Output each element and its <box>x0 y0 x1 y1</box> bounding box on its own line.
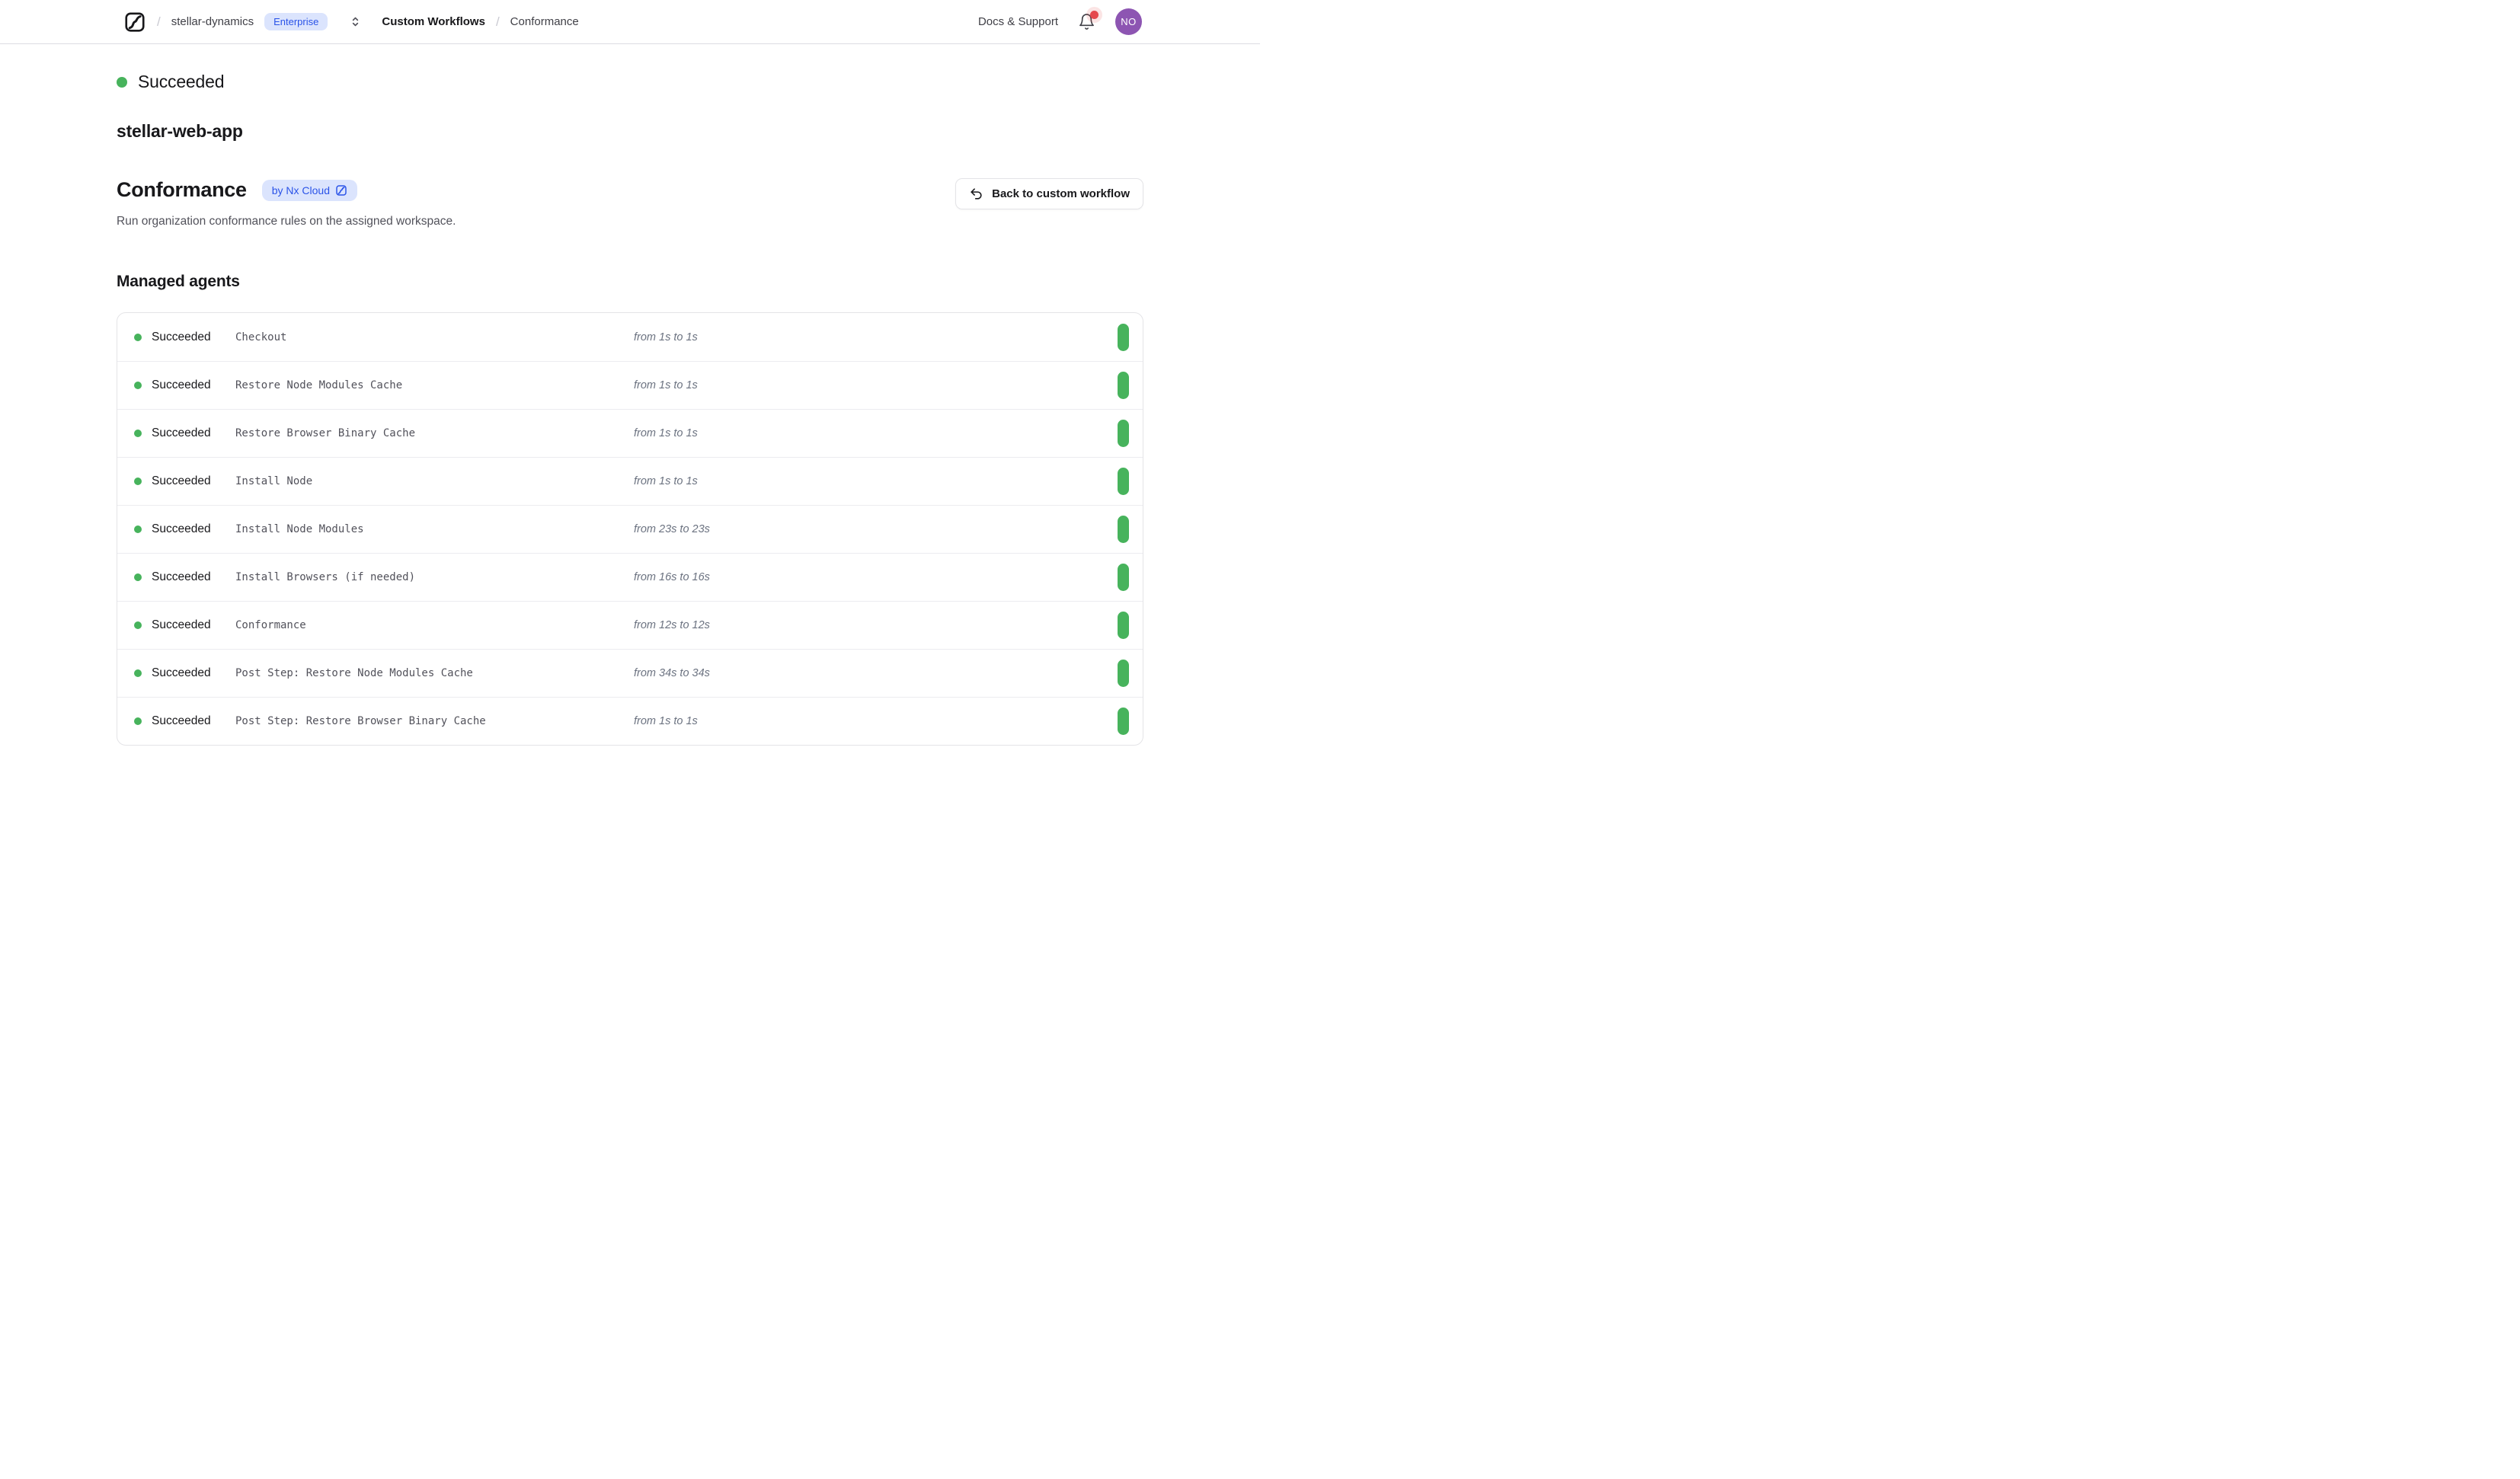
status-dot-icon <box>117 77 127 88</box>
step-status: Succeeded <box>152 714 235 728</box>
step-name: Install Node <box>235 475 634 487</box>
breadcrumb-separator: / <box>157 14 161 30</box>
main-content: Succeeded stellar-web-app Conformance by… <box>117 44 1143 746</box>
step-timeline-bar <box>1118 324 1129 351</box>
step-timeline-bar <box>1118 708 1129 735</box>
by-nx-cloud-badge[interactable]: by Nx Cloud <box>262 180 357 201</box>
managed-agents-heading: Managed agents <box>117 273 1143 291</box>
status-dot-icon <box>134 669 142 677</box>
run-status-label: Succeeded <box>138 72 224 92</box>
step-name: Conformance <box>235 619 634 631</box>
step-duration: from 34s to 34s <box>634 667 1118 679</box>
status-dot-icon <box>134 525 142 533</box>
step-duration: from 1s to 1s <box>634 475 1118 487</box>
step-duration: from 1s to 1s <box>634 379 1118 391</box>
step-timeline-bar <box>1118 372 1129 399</box>
step-name: Install Node Modules <box>235 523 634 535</box>
step-timeline-bar <box>1118 660 1129 687</box>
nx-logo-mini-icon <box>335 184 347 196</box>
step-timeline-bar <box>1118 564 1129 591</box>
workflow-description: Run organization conformance rules on th… <box>117 215 456 228</box>
by-nx-cloud-label: by Nx Cloud <box>272 184 330 196</box>
docs-support-link[interactable]: Docs & Support <box>978 15 1058 28</box>
step-status: Succeeded <box>152 666 235 680</box>
breadcrumb: / stellar-dynamics Enterprise Custom Wor… <box>123 11 579 34</box>
agent-step-row[interactable]: Succeeded Post Step: Restore Browser Bin… <box>117 697 1143 745</box>
breadcrumb-separator: / <box>496 14 500 30</box>
step-name: Post Step: Restore Node Modules Cache <box>235 667 634 679</box>
step-status: Succeeded <box>152 331 235 344</box>
status-dot-icon <box>134 717 142 725</box>
enterprise-badge[interactable]: Enterprise <box>264 13 328 30</box>
step-status: Succeeded <box>152 522 235 536</box>
status-dot-icon <box>134 621 142 629</box>
workflow-header: Conformance by Nx Cloud Run organization… <box>117 178 1143 228</box>
step-duration: from 1s to 1s <box>634 715 1118 727</box>
workflow-title: Conformance <box>117 178 247 202</box>
status-dot-icon <box>134 573 142 581</box>
step-name: Install Browsers (if needed) <box>235 571 634 583</box>
step-duration: from 23s to 23s <box>634 523 1118 535</box>
step-name: Post Step: Restore Browser Binary Cache <box>235 715 634 727</box>
step-name: Checkout <box>235 331 634 343</box>
status-dot-icon <box>134 334 142 341</box>
navbar-actions: Docs & Support NO <box>978 8 1142 35</box>
agent-step-row[interactable]: Succeeded Checkout from 1s to 1s <box>117 313 1143 361</box>
agent-step-row[interactable]: Succeeded Install Browsers (if needed) f… <box>117 553 1143 601</box>
agents-table: Succeeded Checkout from 1s to 1s Succeed… <box>117 312 1143 746</box>
step-timeline-bar <box>1118 420 1129 447</box>
run-status: Succeeded <box>117 72 1143 92</box>
status-dot-icon <box>134 478 142 485</box>
back-button-label: Back to custom workflow <box>992 187 1130 200</box>
breadcrumb-org[interactable]: stellar-dynamics <box>171 15 254 28</box>
step-duration: from 16s to 16s <box>634 571 1118 583</box>
agent-step-row[interactable]: Succeeded Post Step: Restore Node Module… <box>117 649 1143 697</box>
step-timeline-bar <box>1118 468 1129 495</box>
step-timeline-bar <box>1118 516 1129 543</box>
step-status: Succeeded <box>152 474 235 488</box>
step-status: Succeeded <box>152 618 235 632</box>
status-dot-icon <box>134 430 142 437</box>
workflow-title-block: Conformance by Nx Cloud Run organization… <box>117 178 456 228</box>
agent-step-row[interactable]: Succeeded Restore Node Modules Cache fro… <box>117 361 1143 409</box>
step-status: Succeeded <box>152 570 235 584</box>
agent-step-row[interactable]: Succeeded Install Node Modules from 23s … <box>117 505 1143 553</box>
back-to-custom-workflow-button[interactable]: Back to custom workflow <box>955 178 1143 209</box>
top-navbar: / stellar-dynamics Enterprise Custom Wor… <box>0 0 1260 44</box>
step-duration: from 1s to 1s <box>634 331 1118 343</box>
avatar[interactable]: NO <box>1115 8 1142 35</box>
breadcrumb-section[interactable]: Custom Workflows <box>382 15 485 28</box>
step-status: Succeeded <box>152 426 235 440</box>
notifications-bell-icon[interactable] <box>1078 13 1095 30</box>
agent-step-row[interactable]: Succeeded Conformance from 12s to 12s <box>117 601 1143 649</box>
step-status: Succeeded <box>152 379 235 392</box>
agent-step-row[interactable]: Succeeded Install Node from 1s to 1s <box>117 457 1143 505</box>
step-name: Restore Node Modules Cache <box>235 379 634 391</box>
step-timeline-bar <box>1118 612 1129 639</box>
breadcrumb-page: Conformance <box>510 15 579 28</box>
nx-cloud-logo-icon[interactable] <box>123 11 146 34</box>
notification-dot <box>1090 11 1099 19</box>
step-duration: from 1s to 1s <box>634 427 1118 439</box>
workspace-switcher-chevron-icon[interactable] <box>349 15 362 28</box>
agent-step-row[interactable]: Succeeded Restore Browser Binary Cache f… <box>117 409 1143 457</box>
workspace-name: stellar-web-app <box>117 121 1143 142</box>
status-dot-icon <box>134 382 142 389</box>
back-arrow-icon <box>969 187 983 201</box>
step-duration: from 12s to 12s <box>634 619 1118 631</box>
step-name: Restore Browser Binary Cache <box>235 427 634 439</box>
